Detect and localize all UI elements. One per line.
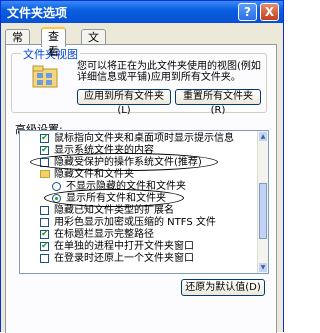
checkbox[interactable]: ✔ <box>40 230 49 239</box>
scroll-down-icon[interactable]: ▼ <box>259 263 267 272</box>
checkbox[interactable]: ✔ <box>40 146 49 155</box>
vertical-scrollbar[interactable]: ▲ ▼ <box>257 131 268 273</box>
highlight-ellipse <box>30 153 218 171</box>
radio-button[interactable] <box>52 182 61 191</box>
help-button[interactable]: ? <box>238 3 257 21</box>
tab-view[interactable]: 查看 <box>41 27 66 58</box>
checkbox[interactable] <box>40 254 49 263</box>
checkbox[interactable] <box>40 206 49 215</box>
title-bar[interactable]: 文件夹选项 ? X <box>1 1 283 23</box>
dialog-window: 文件夹选项 ? X 常规 查看 文件类型 文件夹视图 您可以将正在为此文件夹使用… <box>0 0 284 333</box>
window-title: 文件夹选项 <box>7 6 68 20</box>
reset-all-folders-button[interactable]: 重置所有文件夹(R) <box>175 89 261 116</box>
advanced-settings-list[interactable]: ✔ 鼠标指向文件夹和桌面项时显示提示信息 ✔ 显示系统文件夹的内容 隐藏受保护的… <box>19 130 269 274</box>
folder-view-icon <box>31 63 59 89</box>
scroll-up-icon[interactable]: ▲ <box>259 132 267 141</box>
tab-file-types[interactable]: 文件类型 <box>81 29 106 89</box>
tab-general[interactable]: 常规 <box>5 29 30 59</box>
apply-to-all-folders-button[interactable]: 应用到所有文件夹(L) <box>77 89 171 116</box>
checkbox[interactable]: ✔ <box>40 242 49 251</box>
highlight-ellipse <box>44 189 184 207</box>
checkbox[interactable] <box>40 218 49 227</box>
scroll-thumb[interactable] <box>259 183 267 239</box>
restore-defaults-button[interactable]: 还原为默认值(D) <box>181 279 265 296</box>
folder-view-description: 您可以将正在为此文件夹使用的视图(例如详细信息或平铺)应用到所有文件夹。 <box>77 61 261 83</box>
close-button[interactable]: X <box>260 3 279 21</box>
folder-icon <box>40 170 50 178</box>
checkbox[interactable]: ✔ <box>40 134 49 143</box>
